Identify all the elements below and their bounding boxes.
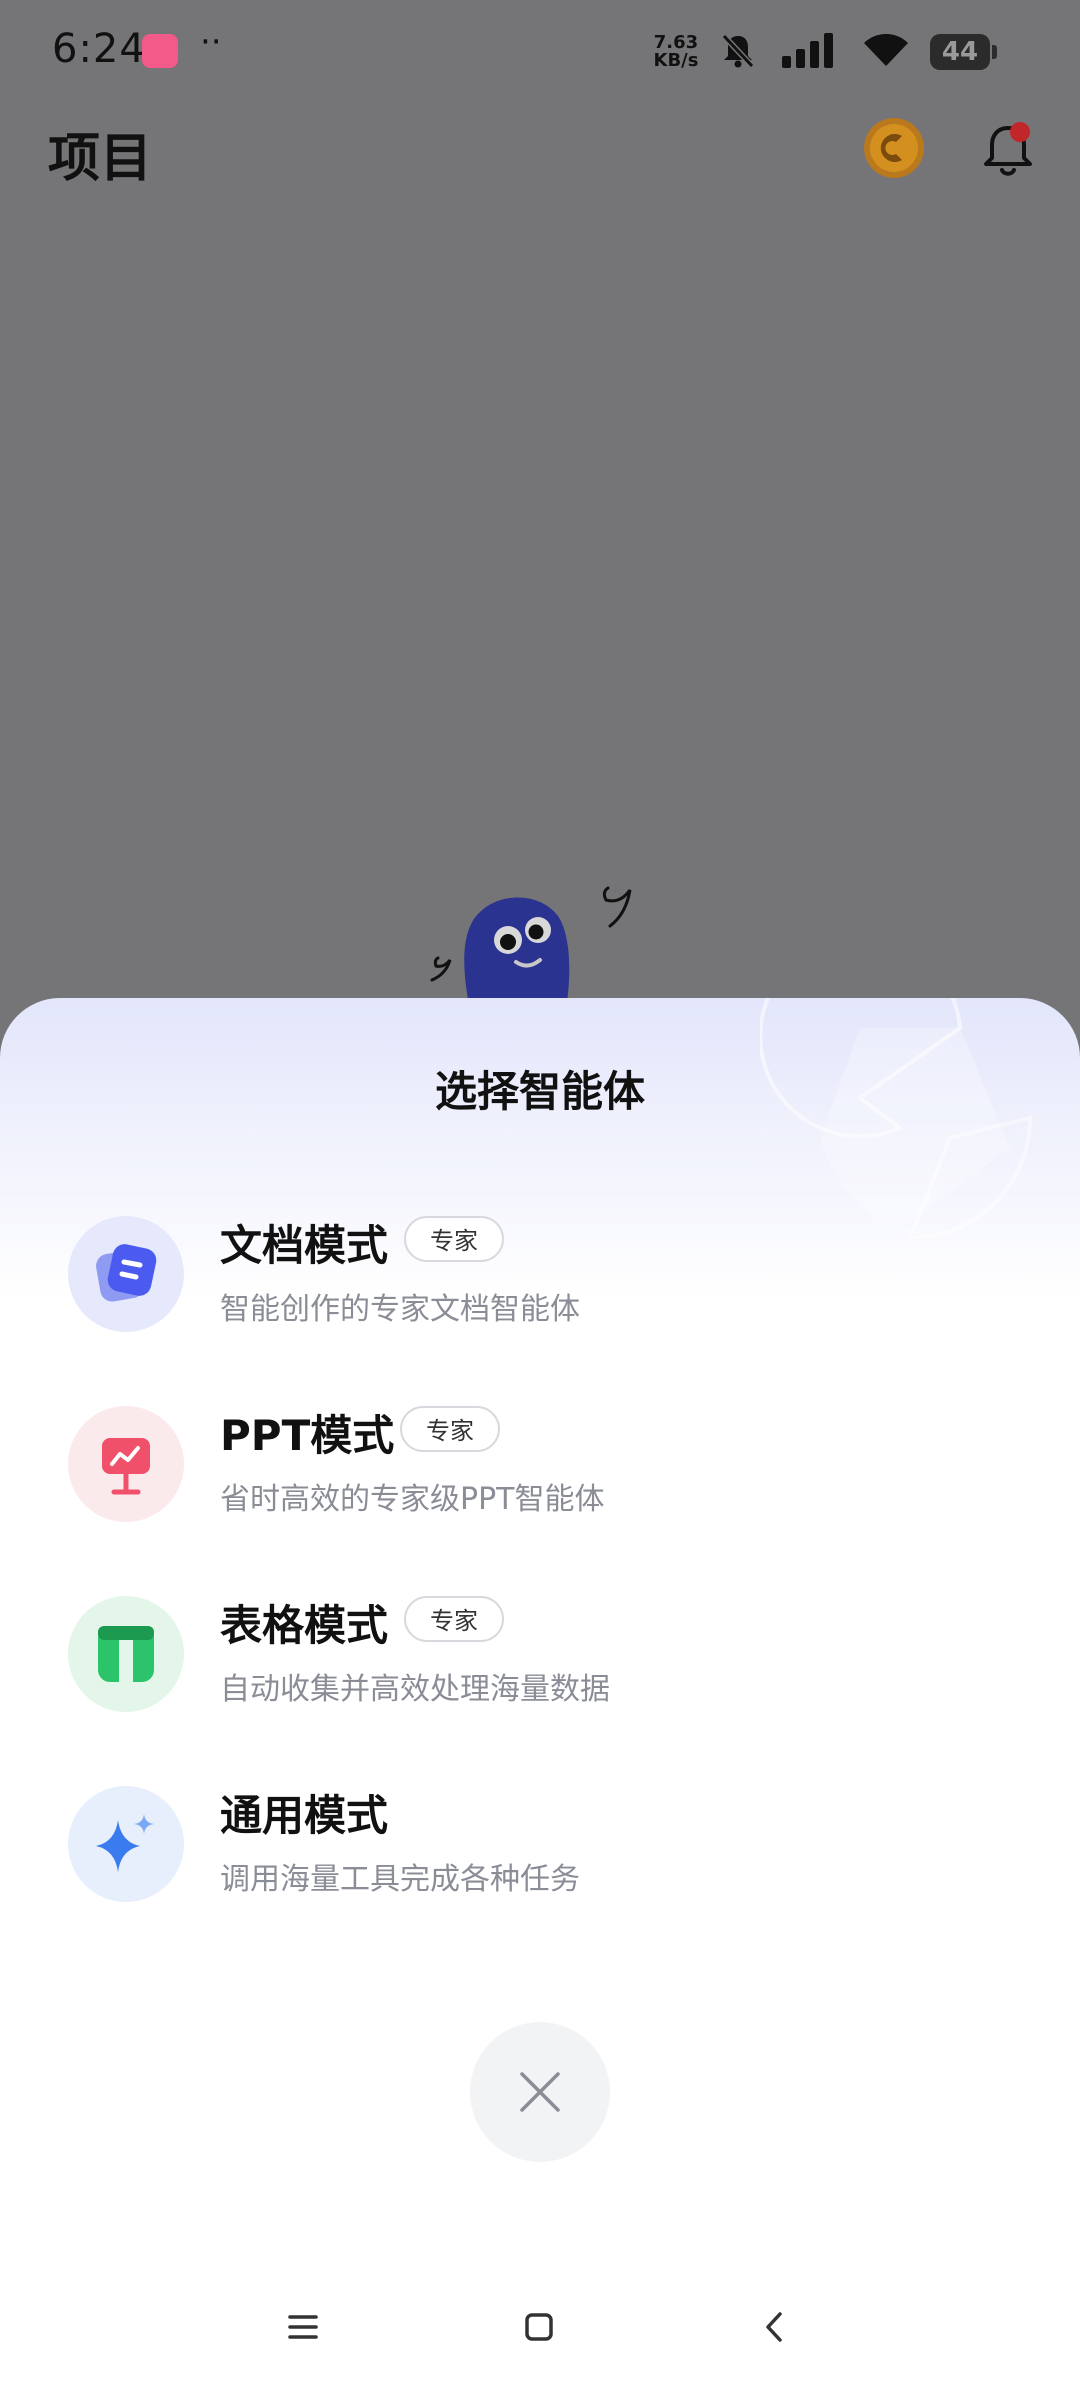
mode-description: 省时高效的专家级PPT智能体 — [220, 1482, 605, 1517]
coin-icon[interactable] — [862, 116, 926, 184]
sheet-title: 选择智能体 — [434, 1067, 645, 1116]
page-title: 项目 — [48, 129, 153, 189]
close-button[interactable] — [470, 2022, 610, 2162]
system-navigation-bar — [0, 2280, 1080, 2390]
mode-option-general[interactable]: 通用模式 调用海量工具完成各种任务 — [60, 1780, 1020, 1910]
sparkle-icon — [68, 1786, 184, 1902]
signal-icon — [780, 30, 838, 74]
expert-badge: 专家 — [400, 1406, 500, 1452]
mode-name: PPT模式 — [220, 1411, 395, 1460]
mode-name: 表格模式 — [220, 1601, 389, 1650]
menu-icon[interactable] — [286, 2310, 320, 2348]
home-icon[interactable] — [522, 2310, 556, 2348]
wifi-icon — [862, 30, 910, 74]
back-icon[interactable] — [758, 2310, 792, 2348]
mode-option-ppt[interactable]: PPT模式 专家 省时高效的专家级PPT智能体 — [60, 1400, 1020, 1530]
network-speed: 7.63 KB/s — [648, 34, 704, 70]
table-icon — [68, 1596, 184, 1712]
battery-indicator: 44 — [930, 34, 998, 70]
document-icon — [68, 1216, 184, 1332]
app-notification-icon — [142, 34, 178, 68]
network-speed-unit: KB/s — [653, 50, 699, 71]
status-time: 6:24 — [52, 26, 146, 72]
screen: 6:24 ·· 7.63 KB/s 44 项目 选择智能体 文档模式 专家 智能… — [0, 0, 1080, 2400]
battery-level: 44 — [941, 37, 979, 67]
notification-bell-icon[interactable] — [976, 118, 1040, 186]
expert-badge: 专家 — [404, 1596, 504, 1642]
mascot-illustration — [420, 870, 660, 1014]
mode-description: 调用海量工具完成各种任务 — [220, 1862, 580, 1897]
presentation-icon — [68, 1406, 184, 1522]
close-icon — [520, 2072, 560, 2112]
mode-name: 文档模式 — [220, 1221, 389, 1270]
mode-name: 通用模式 — [220, 1791, 389, 1840]
mode-option-document[interactable]: 文档模式 专家 智能创作的专家文档智能体 — [60, 1210, 1020, 1340]
mode-option-table[interactable]: 表格模式 专家 自动收集并高效处理海量数据 — [60, 1590, 1020, 1720]
status-bar: 6:24 ·· 7.63 KB/s 44 — [0, 0, 1080, 100]
agent-select-sheet: 选择智能体 文档模式 专家 智能创作的专家文档智能体 PPT模式 专家 省时高效… — [0, 998, 1080, 2400]
mode-description: 自动收集并高效处理海量数据 — [220, 1672, 610, 1707]
decorative-logo-watermark — [758, 998, 1080, 1242]
mode-description: 智能创作的专家文档智能体 — [220, 1292, 580, 1327]
expert-badge: 专家 — [404, 1216, 504, 1262]
more-notifications-indicator: ·· — [200, 22, 222, 62]
mute-bell-icon — [718, 30, 758, 74]
